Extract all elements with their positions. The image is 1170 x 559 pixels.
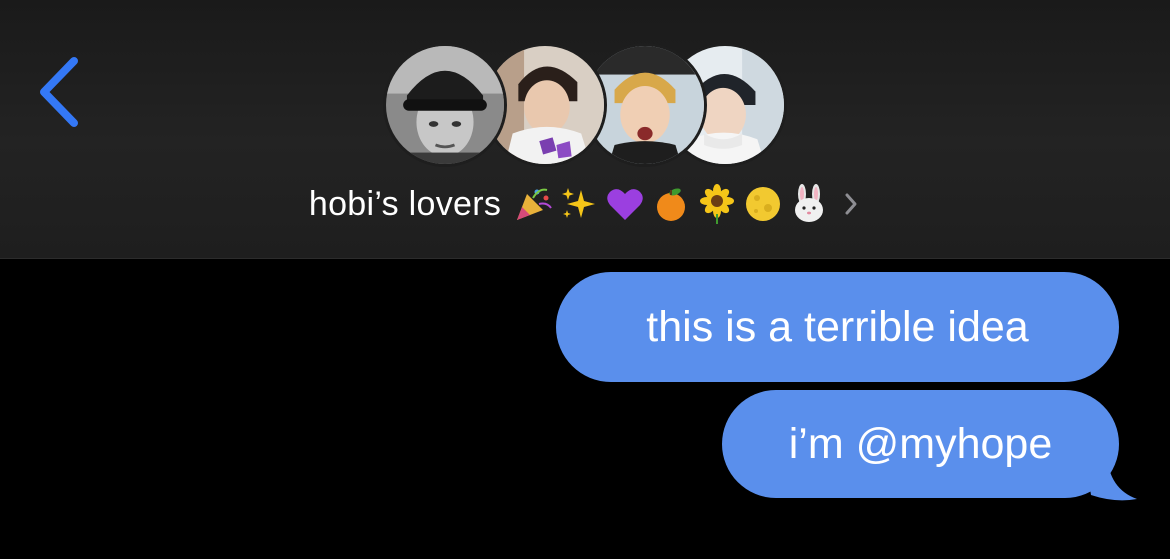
sparkles-icon [559,184,599,224]
message-text: i’m @myhope [788,419,1053,468]
message-text: this is a terrible idea [646,302,1029,351]
chevron-left-icon [40,57,78,127]
group-avatars[interactable] [383,43,787,167]
back-button[interactable] [30,55,90,129]
tangerine-icon [651,184,691,224]
party-popper-icon [513,184,553,224]
conversation-header: hobi’s lovers [0,0,1170,259]
full-moon-icon [743,184,783,224]
sunflower-icon [697,184,737,224]
avatar[interactable] [383,43,507,167]
group-info-button[interactable]: hobi’s lovers [0,178,1170,230]
group-name: hobi’s lovers [308,184,502,223]
rabbit-face-icon [789,184,829,224]
purple-heart-icon [605,184,645,224]
message-bubble[interactable]: i’m @myhope [722,390,1119,498]
chevron-right-icon [841,189,861,219]
message-bubble[interactable]: this is a terrible idea [556,272,1119,382]
